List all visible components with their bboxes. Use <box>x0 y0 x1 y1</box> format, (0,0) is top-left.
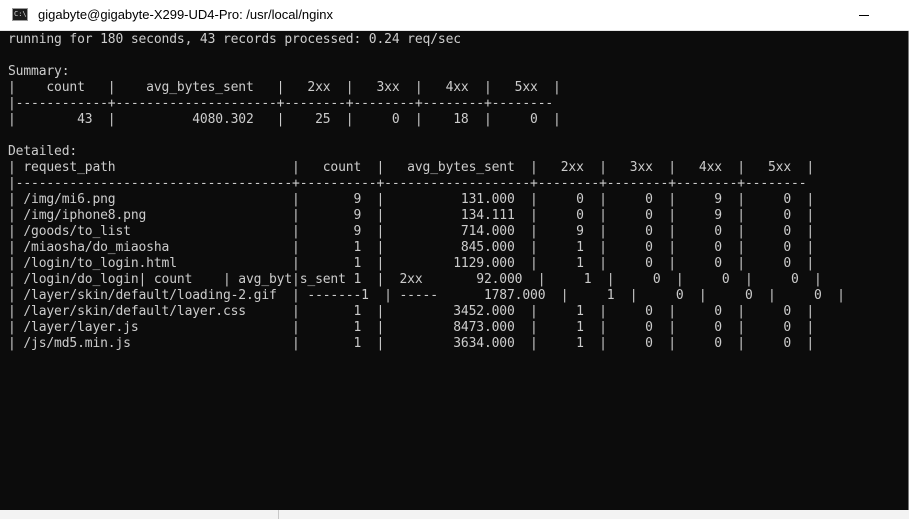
table-row: | /miaosha/do_miaosha | 1 | 845.000 | 1 … <box>8 240 815 255</box>
console-icon: C:\ <box>12 8 28 21</box>
title-bar[interactable]: C:\ gigabyte@gigabyte-X299-UD4-Pro: /usr… <box>0 0 909 31</box>
table-row: | /login/to_login.html | 1 | 1129.000 | … <box>8 256 815 271</box>
table-row: | /layer/skin/default/loading-2.gif | --… <box>8 288 845 303</box>
summary-divider: |------------+---------------------+----… <box>8 96 554 111</box>
table-row: | /layer/skin/default/layer.css | 1 | 34… <box>8 304 815 319</box>
minimize-icon <box>859 15 869 16</box>
window-title: gigabyte@gigabyte-X299-UD4-Pro: /usr/loc… <box>38 7 334 22</box>
minimize-button[interactable] <box>841 0 887 31</box>
table-row: | /img/mi6.png | 9 | 131.000 | 0 | 0 | 9… <box>8 192 815 207</box>
summary-heading: Summary: <box>8 64 70 79</box>
terminal-window: C:\ gigabyte@gigabyte-X299-UD4-Pro: /usr… <box>0 0 909 510</box>
detailed-divider: |------------------------------------+--… <box>8 176 807 191</box>
background-window-edge <box>278 510 279 519</box>
table-row: | /login/do_login| count | avg_byt|s_sen… <box>8 272 822 287</box>
console-output[interactable]: running for 180 seconds, 43 records proc… <box>0 31 908 510</box>
background-window-strip <box>0 510 909 519</box>
detailed-header-row: | request_path | count | avg_bytes_sent … <box>8 160 815 175</box>
status-line: running for 180 seconds, 43 records proc… <box>8 32 461 47</box>
summary-header-row: | count | avg_bytes_sent | 2xx | 3xx | 4… <box>8 80 561 95</box>
table-row: | /img/iphone8.png | 9 | 134.111 | 0 | 0… <box>8 208 815 223</box>
detailed-heading: Detailed: <box>8 144 78 159</box>
table-row: | /goods/to_list | 9 | 714.000 | 9 | 0 |… <box>8 224 815 239</box>
table-row: | /layer/layer.js | 1 | 8473.000 | 1 | 0… <box>8 320 815 335</box>
summary-data-row: | 43 | 4080.302 | 25 | 0 | 18 | 0 | <box>8 112 561 127</box>
table-row: | /js/md5.min.js | 1 | 3634.000 | 1 | 0 … <box>8 336 815 351</box>
